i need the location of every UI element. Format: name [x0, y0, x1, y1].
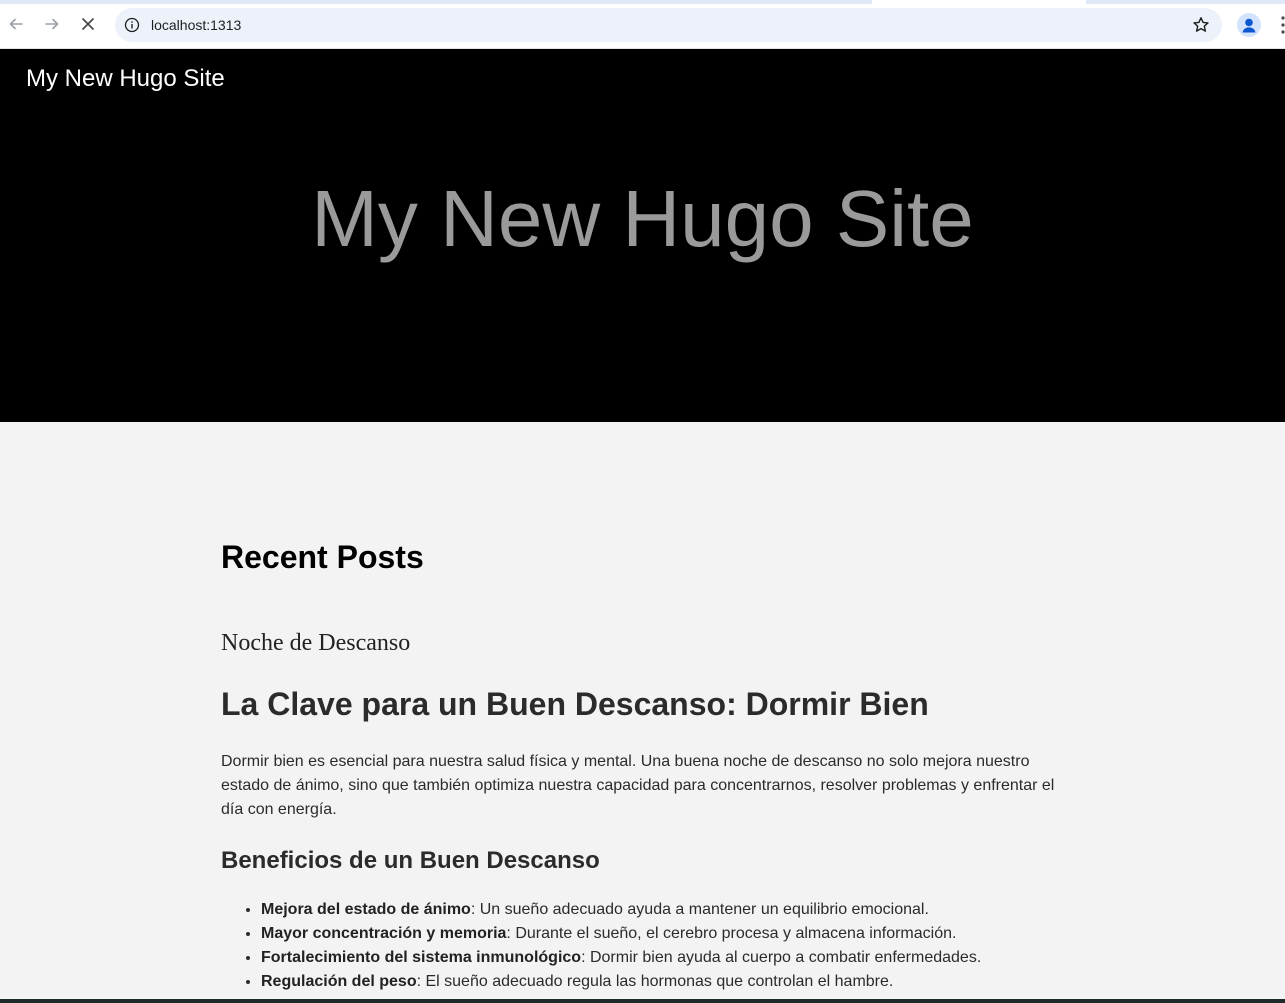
forward-button[interactable] — [40, 12, 64, 36]
back-button[interactable] — [4, 12, 28, 36]
benefit-text: : Durante el sueño, el cerebro procesa y… — [506, 925, 957, 942]
benefits-list: Mejora del estado de ánimo: Un sueño ade… — [221, 898, 981, 994]
profile-button[interactable] — [1237, 13, 1261, 37]
benefit-text: : Dormir bien ayuda al cuerpo a combatir… — [581, 949, 982, 966]
url-text[interactable]: localhost:1313 — [151, 8, 241, 42]
list-item: Regulación del peso: El sueño adecuado r… — [261, 970, 981, 994]
site-info-icon[interactable] — [124, 17, 140, 33]
more-menu-icon[interactable] — [1278, 14, 1285, 36]
benefit-term: Regulación del peso — [261, 973, 417, 990]
bookmark-star-icon[interactable] — [1192, 16, 1210, 34]
benefit-text: : Un sueño adecuado ayuda a mantener un … — [470, 901, 929, 918]
post-title-link[interactable]: Noche de Descanso — [221, 630, 410, 657]
benefit-term: Fortalecimiento del sistema inmunológico — [261, 949, 582, 966]
profile-icon — [1242, 18, 1256, 33]
post-subheading: Beneficios de un Buen Descanso — [221, 847, 600, 874]
address-bar[interactable]: localhost:1313 — [115, 8, 1222, 42]
site-brand-link[interactable]: My New Hugo Site — [26, 65, 225, 93]
hero-title: My New Hugo Site — [311, 174, 974, 263]
active-tab-edge — [872, 0, 1086, 4]
site-header: My New Hugo Site My New Hugo Site — [0, 49, 1285, 422]
post-heading: La Clave para un Buen Descanso: Dormir B… — [221, 686, 929, 722]
back-arrow-icon — [9, 18, 23, 30]
list-item: Mayor concentración y memoria: Durante e… — [261, 922, 981, 946]
tab-strip — [0, 0, 1285, 4]
list-item: Fortalecimiento del sistema inmunológico… — [261, 946, 981, 970]
browser-toolbar: localhost:1313 — [0, 0, 1285, 49]
section-title: Recent Posts — [221, 539, 424, 575]
forward-arrow-icon — [45, 18, 59, 30]
post-intro-paragraph: Dormir bien es esencial para nuestra sal… — [221, 753, 1055, 818]
list-item: Mejora del estado de ánimo: Un sueño ade… — [261, 898, 981, 922]
stop-loading-button[interactable] — [76, 12, 100, 36]
benefit-text: : El sueño adecuado regula las hormonas … — [416, 973, 894, 990]
benefit-term: Mayor concentración y memoria — [261, 925, 507, 942]
window-bottom-edge — [0, 999, 1285, 1003]
stop-loading-icon — [82, 18, 94, 30]
benefit-term: Mejora del estado de ánimo — [261, 901, 471, 918]
